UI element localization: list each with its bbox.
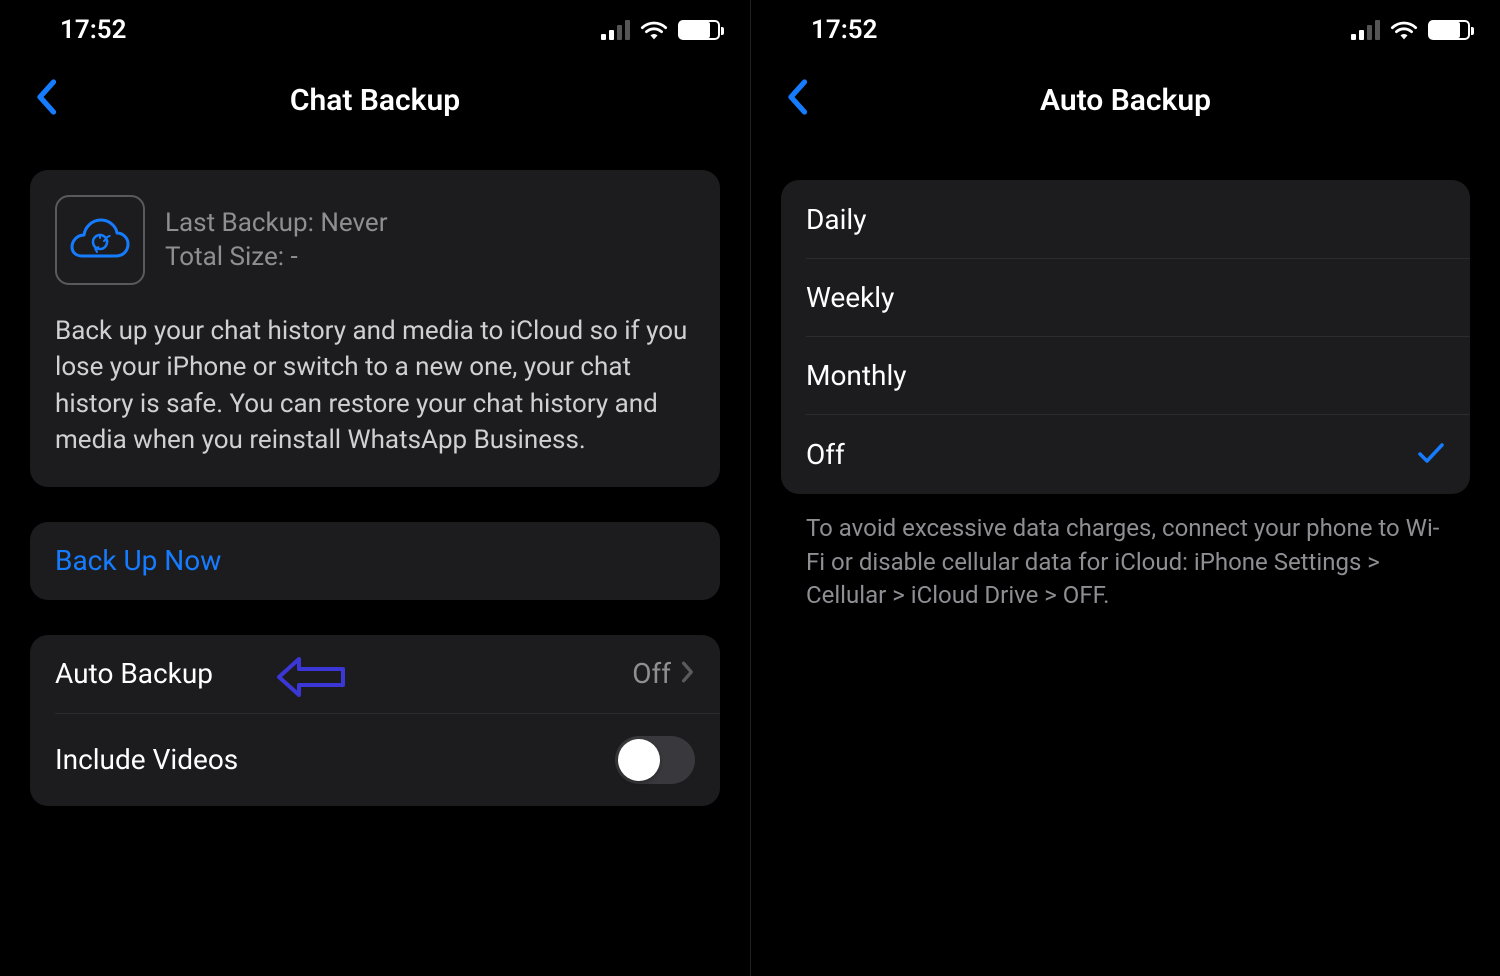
option-label: Daily (806, 203, 866, 236)
backup-description: Back up your chat history and media to i… (55, 313, 695, 459)
cellular-signal-icon (1351, 20, 1380, 40)
auto-backup-value-group: Off (632, 657, 695, 690)
auto-backup-label: Auto Backup (55, 657, 213, 690)
screen-chat-backup: 17:52 Chat Backup (0, 0, 750, 976)
option-monthly[interactable]: Monthly (806, 336, 1470, 414)
battery-icon (678, 20, 720, 40)
cellular-signal-icon (601, 20, 630, 40)
backup-info-header: Last Backup: Never Total Size: - (55, 195, 695, 285)
backup-settings-card: Auto Backup Off Include Videos (30, 635, 720, 806)
option-daily[interactable]: Daily (781, 180, 1470, 258)
cloud-backup-icon (55, 195, 145, 285)
backup-now-label: Back Up Now (55, 544, 221, 577)
option-label: Weekly (806, 281, 894, 314)
backup-info-card: Last Backup: Never Total Size: - Back up… (30, 170, 720, 487)
content-area: Daily Weekly Monthly Off To avoid excess… (751, 140, 1500, 976)
toggle-knob (618, 739, 660, 781)
auto-backup-value: Off (632, 657, 671, 690)
nav-bar: Auto Backup (751, 60, 1500, 140)
checkmark-icon (1417, 437, 1445, 472)
nav-bar: Chat Backup (0, 60, 750, 140)
page-title: Auto Backup (751, 83, 1500, 118)
footer-hint: To avoid excessive data charges, connect… (781, 494, 1470, 613)
back-button[interactable] (20, 69, 72, 132)
wifi-icon (1390, 19, 1418, 41)
chevron-right-icon (681, 657, 695, 690)
auto-backup-row[interactable]: Auto Backup Off (30, 635, 720, 713)
battery-icon (1428, 20, 1470, 40)
option-label: Off (806, 438, 845, 471)
option-weekly[interactable]: Weekly (806, 258, 1470, 336)
option-label: Monthly (806, 359, 907, 392)
option-off[interactable]: Off (806, 414, 1470, 494)
status-indicators (601, 19, 720, 41)
status-time: 17:52 (811, 15, 878, 45)
status-time: 17:52 (60, 15, 127, 45)
status-bar: 17:52 (0, 0, 750, 60)
total-size-label: Total Size: - (165, 242, 388, 272)
content-area: Last Backup: Never Total Size: - Back up… (0, 140, 750, 976)
backup-status-lines: Last Backup: Never Total Size: - (165, 208, 388, 272)
backup-now-button[interactable]: Back Up Now (30, 522, 720, 600)
page-title: Chat Backup (0, 83, 750, 118)
screen-auto-backup: 17:52 Auto Backup Daily (750, 0, 1500, 976)
backup-now-card: Back Up Now (30, 522, 720, 600)
frequency-options-card: Daily Weekly Monthly Off (781, 180, 1470, 494)
status-indicators (1351, 19, 1470, 41)
last-backup-label: Last Backup: Never (165, 208, 388, 238)
back-button[interactable] (771, 69, 823, 132)
status-bar: 17:52 (751, 0, 1500, 60)
wifi-icon (640, 19, 668, 41)
include-videos-toggle[interactable] (615, 736, 695, 784)
include-videos-label: Include Videos (55, 743, 238, 776)
include-videos-row[interactable]: Include Videos (55, 713, 720, 806)
